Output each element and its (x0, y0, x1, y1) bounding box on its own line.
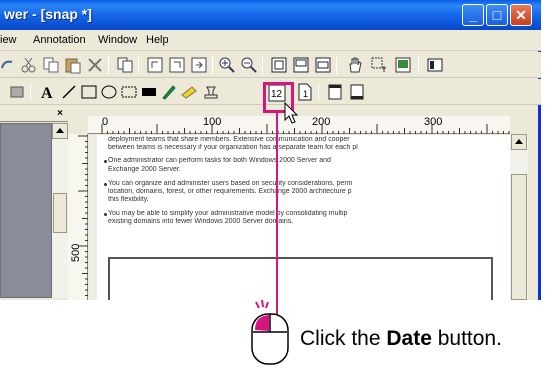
panel-content (0, 123, 52, 298)
application-window: wer - [snap *] _ □ ✕ iew Annotation Wind… (0, 0, 541, 300)
arrow-up-icon (515, 139, 523, 144)
header-icon[interactable] (326, 83, 344, 101)
maximize-icon: □ (492, 7, 502, 23)
minimize-icon: _ (469, 7, 477, 23)
document-text-line: You may be able to simplify your adminis… (108, 210, 348, 217)
arrow-up-icon (56, 128, 64, 133)
fill-icon[interactable] (8, 83, 26, 101)
toolbar-separator (108, 56, 109, 74)
panel-header: × (0, 107, 68, 122)
actual-size-icon[interactable] (314, 56, 332, 74)
menu-annotation[interactable]: Annotation (33, 34, 86, 46)
bullet-dot (104, 183, 107, 186)
ruler-label-500: 500 (70, 243, 82, 262)
flip-icon[interactable] (190, 56, 208, 74)
duplicate-icon[interactable] (116, 56, 134, 74)
menu-help[interactable]: Help (146, 34, 169, 46)
annotation-frame[interactable] (108, 257, 493, 300)
ruler-ticks (78, 135, 88, 296)
mouse-pointer-icon (284, 102, 299, 124)
panel-close-button[interactable]: × (54, 108, 66, 120)
toolbar-separator (318, 83, 319, 101)
toolbar-separator (418, 56, 419, 74)
document-text-line: this flexibility. (108, 196, 149, 203)
page-number-icon[interactable]: 1 (296, 83, 314, 101)
toolbar-separator (138, 56, 139, 74)
bullet-dot (104, 213, 107, 216)
minimize-button[interactable]: _ (462, 4, 484, 26)
panel-toggle-icon[interactable] (426, 56, 444, 74)
cut-icon[interactable] (20, 56, 38, 74)
ruler-label-200: 200 (312, 116, 331, 128)
panel-scroll-up-button[interactable] (52, 123, 68, 139)
maximize-button[interactable]: □ (486, 4, 508, 26)
hand-icon[interactable] (346, 56, 364, 74)
zoom-out-icon[interactable] (240, 56, 258, 74)
line-tool-icon[interactable] (60, 83, 78, 101)
delete-icon[interactable] (86, 56, 104, 74)
fit-page-icon[interactable] (270, 56, 288, 74)
instruction-target: Date (386, 327, 432, 350)
paste-icon[interactable] (64, 56, 82, 74)
document-scrollbar[interactable] (510, 134, 528, 300)
instruction-text: Click the Date button. (300, 327, 502, 351)
ellipse-tool-icon[interactable] (100, 83, 118, 101)
ruler-label-0: 0 (102, 116, 109, 128)
document-text-line: You can organize and administer users ba… (108, 180, 353, 187)
vertical-ruler: 500 (68, 134, 88, 300)
document-text-line: deployment teams that share members. Ext… (108, 136, 350, 143)
pen-tool-icon[interactable] (160, 83, 178, 101)
footer-icon[interactable] (348, 83, 366, 101)
svg-text:A: A (41, 85, 53, 101)
menu-bar: iew Annotation Window Help (0, 30, 541, 51)
scroll-up-button[interactable] (511, 134, 527, 150)
ruler-corner (68, 116, 88, 134)
menu-window[interactable]: Window (98, 34, 137, 46)
ruler-label-100: 100 (203, 116, 222, 128)
stamp-tool-icon[interactable] (202, 83, 220, 101)
toolbar-separator (262, 56, 263, 74)
rotate-right-icon[interactable] (168, 56, 186, 74)
document-text-line: One administrator can perform tasks for … (108, 157, 331, 164)
document-text-line: location, domains, forest, or other requ… (108, 188, 352, 195)
zoom-in-icon[interactable] (218, 56, 236, 74)
highlighter-tool-icon[interactable] (180, 83, 198, 101)
title-bar[interactable]: wer - [snap *] _ □ ✕ (0, 0, 541, 30)
redo-icon[interactable] (0, 56, 18, 74)
toolbar-separator (30, 83, 31, 101)
copy-icon[interactable] (42, 56, 60, 74)
callout-line (276, 113, 278, 324)
ruler-label-300: 300 (424, 116, 443, 128)
rectangle-tool-icon[interactable] (80, 83, 98, 101)
toolbar-separator (336, 56, 337, 74)
filled-rect-tool-icon[interactable] (140, 83, 158, 101)
toolbar-separator (212, 56, 213, 74)
bullet-dot (104, 160, 107, 163)
fit-width-icon[interactable] (292, 56, 310, 74)
rotate-left-icon[interactable] (146, 56, 164, 74)
text-tool-icon[interactable]: A (38, 83, 56, 101)
standard-toolbar (0, 52, 541, 78)
close-icon: ✕ (515, 7, 527, 23)
svg-text:1: 1 (303, 89, 308, 99)
highlight-rect-tool-icon[interactable] (120, 83, 138, 101)
image-icon[interactable] (394, 56, 412, 74)
panel-scrollbar[interactable] (52, 123, 68, 298)
scroll-thumb[interactable] (511, 174, 527, 300)
select-icon[interactable] (370, 56, 388, 74)
instruction-prefix: Click the (300, 327, 387, 350)
thumbnail-panel: × (0, 107, 68, 300)
menu-view[interactable]: iew (0, 34, 17, 46)
mouse-click-icon (251, 300, 289, 365)
document-text-line: between teams is necessary if your organ… (108, 144, 358, 151)
document-text-line: existing domains into fewer Windows 2000… (108, 218, 294, 225)
close-button[interactable]: ✕ (510, 4, 532, 26)
window-title: wer - [snap *] (4, 6, 92, 22)
panel-scroll-thumb[interactable] (53, 193, 67, 233)
instruction-suffix: button. (431, 327, 502, 350)
document-text-line: Exchange 2000 Server. (108, 166, 181, 173)
